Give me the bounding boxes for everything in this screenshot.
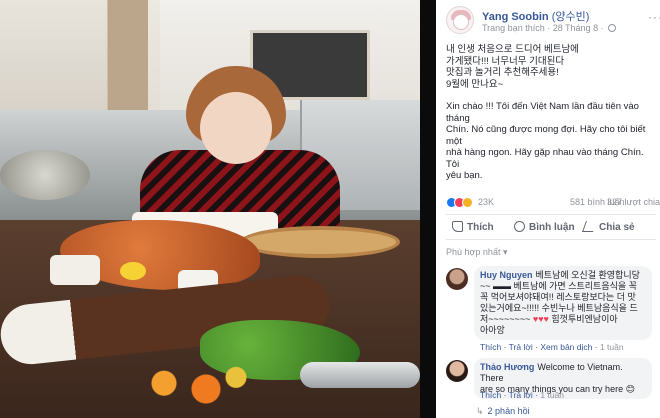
comment-line-tail2: 아아앙 <box>480 325 505 335</box>
post-line-vi-4: yêu bạn. <box>446 170 483 181</box>
share-button-label: Chia sẻ <box>599 222 635 233</box>
like-button[interactable]: Thích <box>452 221 494 233</box>
post-line-kr-4: 9월에 만나요~ <box>446 78 504 90</box>
author-avatar[interactable] <box>446 6 474 34</box>
author-name[interactable]: Yang Soobin <box>482 11 549 23</box>
view-replies-link[interactable]: ↳ 2 phản hồi <box>476 406 530 417</box>
globe-icon <box>608 24 617 32</box>
post-action-bar: Thích Bình luận Chia sẻ <box>446 214 656 240</box>
photo-flowers <box>140 360 260 418</box>
photo-spoon <box>300 362 420 388</box>
comment-reply-link[interactable]: Trả lời <box>509 390 533 400</box>
comment-line: 저~~~~~~~~ <box>480 314 531 324</box>
comment-actions: Thích · Trả lời · Xem bản dịch · 1 tuần <box>480 342 624 352</box>
comment-line: ~~ ▬▬ 베트남에 가면 스트리트음식을 꼭 <box>480 281 637 291</box>
share-count[interactable]: 327 lượt chia sẻ <box>607 197 660 207</box>
comment-line: 베트남에 오신걸 환영합니당 <box>535 270 640 280</box>
photo-bowl <box>50 255 100 285</box>
comment-time[interactable]: 1 tuần <box>540 390 564 400</box>
comment-line: 있는거에요~!!!!! 수빈누나 베트남음식을 드 <box>480 303 638 313</box>
comment-translate-link[interactable]: Xem bản dịch <box>540 342 592 352</box>
photo-shelf <box>0 0 110 110</box>
comment-bubble-icon <box>514 221 525 232</box>
post-line-kr-3: 맛집과 놀거리 추천해주세용! <box>446 67 559 78</box>
commenter-name[interactable]: Thảo Hương <box>480 362 534 372</box>
post-side-panel: Yang Soobin (양수빈) Trang bạn thích · 28 T… <box>436 0 660 418</box>
comment-actions: Thích · Trả lời · 1 tuần <box>480 390 565 400</box>
comment-bubble: Huy Nguyen 베트남에 오신걸 환영합니당 ~~ ▬▬ 베트남에 가면 스… <box>474 266 652 340</box>
facebook-post-viewer: Yang Soobin (양수빈) Trang bạn thích · 28 T… <box>0 0 660 418</box>
comment-sort-dropdown[interactable]: Phù hợp nhất ▾ <box>446 247 507 258</box>
avatar-face <box>453 14 469 30</box>
more-options-button[interactable]: ··· <box>648 10 660 24</box>
post-line-kr-2: 가게됐다!!! 너무너무 기대된다 <box>446 55 565 67</box>
photo-person-face <box>200 92 272 164</box>
haha-reaction-icon[interactable] <box>462 197 473 208</box>
reaction-summary: 23K 581 bình luận 327 lượt chia sẻ <box>446 196 660 210</box>
post-header: Yang Soobin (양수빈) Trang bạn thích · 28 T… <box>446 6 660 40</box>
post-line-vi-2: Chín. Nó cũng được mong đợi. Hãy cho tôi… <box>446 124 646 147</box>
like-button-label: Thích <box>467 222 494 233</box>
photo-pizza <box>240 226 400 258</box>
photo-divider <box>420 0 436 418</box>
photo-shelf-wood <box>108 0 148 110</box>
author-name-link[interactable]: Yang Soobin (양수빈) <box>482 8 589 24</box>
reply-arrow-icon: ↳ <box>476 406 484 416</box>
comment-reply-link[interactable]: Trả lời <box>509 342 533 352</box>
post-line-vi-1: Xin chào !!! Tôi đến Việt Nam lần đầu ti… <box>446 101 639 124</box>
share-arrow-icon <box>581 221 598 232</box>
comment-line: 꼭 먹어보셔야돼여!! 레스토랑보다는 더 맛 <box>480 292 636 302</box>
comment-button[interactable]: Bình luận <box>514 221 575 233</box>
reaction-count[interactable]: 23K <box>478 197 494 207</box>
comment-time[interactable]: 1 tuần <box>600 342 624 352</box>
post-meta-text[interactable]: Trang bạn thích · 28 Tháng 8 · <box>482 23 604 33</box>
post-line-vi-3: nhà hàng ngon. Hãy gặp nhau vào tháng Ch… <box>446 147 644 170</box>
post-line-kr-1: 내 인생 처음으로 드디어 베트남에 <box>446 44 579 55</box>
hearts-emoji: ♥♥♥ <box>532 314 549 324</box>
author-name-korean: (양수빈) <box>551 11 590 23</box>
comment-like-link[interactable]: Thích <box>480 342 501 352</box>
replies-label: 2 phản hồi <box>487 406 530 416</box>
photo-lemon <box>120 262 146 280</box>
commenter-avatar[interactable] <box>446 360 468 382</box>
post-meta: Trang bạn thích · 28 Tháng 8 · <box>482 23 617 33</box>
share-button[interactable]: Chia sẻ <box>581 221 635 233</box>
post-body: 내 인생 처음으로 드디어 베트남에 가게됐다!!! 너무너무 기대된다 맛집과… <box>446 44 654 182</box>
thumbs-up-icon <box>452 221 463 232</box>
comment-like-link[interactable]: Thích <box>480 390 501 400</box>
comment-line-tail: 힘껏투비엔남이아 <box>551 314 618 324</box>
commenter-avatar[interactable] <box>446 268 468 290</box>
comment-button-label: Bình luận <box>529 222 575 233</box>
photo-oysters <box>0 150 90 200</box>
commenter-name[interactable]: Huy Nguyen <box>480 270 533 280</box>
post-paragraph-gap <box>446 90 654 101</box>
post-photo[interactable] <box>0 0 420 418</box>
